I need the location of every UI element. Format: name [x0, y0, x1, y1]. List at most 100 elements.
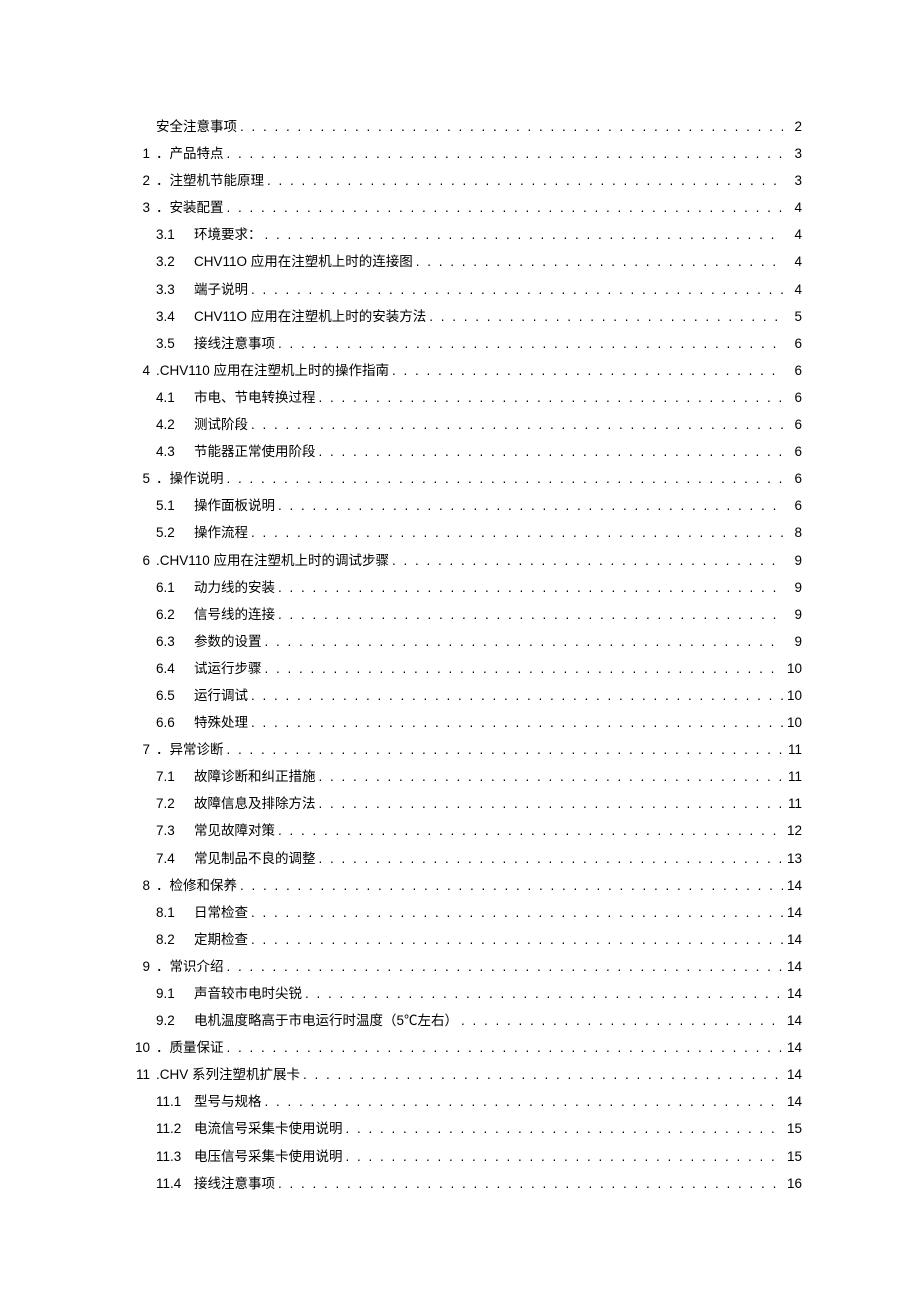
toc-page-number: 15 [786, 1122, 802, 1136]
toc-title: 常见制品不良的调整 [194, 852, 316, 866]
toc-entry: 9.1声音较市电时尖锐14 [118, 987, 802, 1001]
toc-leader-dots [251, 906, 783, 920]
toc-title: 安全注意事项 [156, 120, 237, 134]
toc-page-number: 6 [786, 499, 802, 513]
toc-page-number: 6 [786, 364, 802, 378]
toc-section-number: 3.2 [156, 255, 194, 269]
toc-leader-dots [267, 174, 783, 188]
toc-leader-dots [346, 1122, 784, 1136]
toc-leader-dots [265, 662, 784, 676]
toc-title: 操作流程 [194, 526, 248, 540]
toc-section-number: 4.2 [156, 418, 194, 432]
toc-section-number: 6.6 [156, 716, 194, 730]
toc-page-number: 14 [786, 987, 802, 1001]
toc-chapter-number: 1 [118, 147, 156, 161]
toc-leader-dots [319, 391, 784, 405]
toc-title: 接线注意事项 [194, 1177, 275, 1191]
toc-page-number: 14 [786, 906, 802, 920]
toc-entry: 11.4接线注意事项16 [118, 1177, 802, 1191]
toc-page-number: 13 [786, 852, 802, 866]
toc-leader-dots [227, 1041, 784, 1055]
toc-title: 信号线的连接 [194, 608, 275, 622]
toc-leader-dots [240, 120, 783, 134]
toc-title: ．质量保证 [156, 1041, 224, 1055]
toc-title: 日常检查 [194, 906, 248, 920]
toc-page-number: 11 [786, 797, 802, 811]
toc-entry: 11.3电压信号采集卡使用说明15 [118, 1150, 802, 1164]
toc-page-number: 2 [786, 120, 802, 134]
toc-page-number: 14 [786, 933, 802, 947]
toc-entry: 6.1动力线的安装9 [118, 581, 802, 595]
toc-leader-dots [346, 1150, 784, 1164]
toc-page-number: 6 [786, 418, 802, 432]
toc-page-number: 14 [786, 1095, 802, 1109]
toc-chapter-number: 5 [118, 472, 156, 486]
toc-section-number: 6.2 [156, 608, 194, 622]
toc-page-number: 14 [786, 879, 802, 893]
toc-leader-dots [278, 337, 783, 351]
toc-title: 定期检查 [194, 933, 248, 947]
toc-page-number: 4 [786, 201, 802, 215]
toc-leader-dots [278, 608, 783, 622]
toc-section-number: 11.4 [156, 1177, 194, 1191]
toc-chapter-number: 11 [118, 1068, 156, 1082]
toc-chapter-number: 4 [118, 364, 156, 378]
toc-leader-dots [416, 255, 783, 269]
toc-title: ．检修和保养 [156, 879, 237, 893]
toc-entry: 5．操作说明6 [118, 472, 802, 486]
toc-entry: 6.5运行调试10 [118, 689, 802, 703]
toc-entry: 5.1操作面板说明6 [118, 499, 802, 513]
toc-page-number: 6 [786, 391, 802, 405]
toc-title: CHV11O 应用在注塑机上时的安装方法 [194, 310, 426, 324]
toc-entry: 8.1日常检查14 [118, 906, 802, 920]
toc-entry: 11.1型号与规格14 [118, 1095, 802, 1109]
toc-leader-dots [227, 472, 784, 486]
toc-page-number: 11 [786, 743, 802, 757]
toc-section-number: 7.1 [156, 770, 194, 784]
toc-entry: 6.6特殊处理10 [118, 716, 802, 730]
toc-entry: 11.CHV 系列注塑机扩展卡 14 [118, 1068, 802, 1082]
toc-title: 端子说明 [194, 283, 248, 297]
toc-entry: 3.1环境要求：4 [118, 228, 802, 242]
toc-chapter-number: 10 [118, 1041, 156, 1055]
toc-entry: 3.2CHV11O 应用在注塑机上时的连接图 4 [118, 255, 802, 269]
toc-entry: 7.4常见制品不良的调整 13 [118, 852, 802, 866]
toc-entry: 10．质量保证14 [118, 1041, 802, 1055]
toc-leader-dots [278, 581, 783, 595]
toc-title: 故障信息及排除方法 [194, 797, 316, 811]
toc-page-number: 6 [786, 337, 802, 351]
toc-chapter-number: 7 [118, 743, 156, 757]
toc-leader-dots [227, 960, 784, 974]
toc-leader-dots [303, 1068, 783, 1082]
toc-leader-dots [265, 635, 784, 649]
toc-leader-dots [265, 1095, 784, 1109]
toc-title: 常见故障对策 [194, 824, 275, 838]
toc-section-number: 5.1 [156, 499, 194, 513]
toc-title: 市电、节电转换过程 [194, 391, 316, 405]
toc-entry: 9．常识介绍14 [118, 960, 802, 974]
toc-leader-dots [278, 824, 783, 838]
toc-entry: 6.CHV110 应用在注塑机上时的调试步骤9 [118, 554, 802, 568]
toc-title: 动力线的安装 [194, 581, 275, 595]
toc-section-number: 7.3 [156, 824, 194, 838]
toc-leader-dots [429, 310, 783, 324]
toc-leader-dots [251, 526, 783, 540]
toc-section-number: 6.5 [156, 689, 194, 703]
toc-title: ．产品特点 [156, 147, 224, 161]
toc-entry: 2．注塑机节能原理3 [118, 174, 802, 188]
toc-page-number: 14 [786, 1068, 802, 1082]
toc-entry: 5.2操作流程8 [118, 526, 802, 540]
toc-title: 声音较市电时尖锐 [194, 987, 302, 1001]
toc-leader-dots [319, 770, 784, 784]
toc-section-number: 6.3 [156, 635, 194, 649]
toc-entry: 7.3常见故障对策12 [118, 824, 802, 838]
toc-page-number: 4 [786, 255, 802, 269]
toc-title: .CHV 系列注塑机扩展卡 [156, 1068, 300, 1082]
toc-section-number: 11.1 [156, 1095, 194, 1109]
toc-leader-dots [461, 1014, 783, 1028]
toc-leader-dots [251, 689, 783, 703]
toc-title: 电压信号采集卡使用说明 [194, 1150, 343, 1164]
toc-title: CHV11O 应用在注塑机上时的连接图 [194, 255, 413, 269]
toc-section-number: 7.4 [156, 852, 194, 866]
toc-leader-dots [251, 418, 783, 432]
